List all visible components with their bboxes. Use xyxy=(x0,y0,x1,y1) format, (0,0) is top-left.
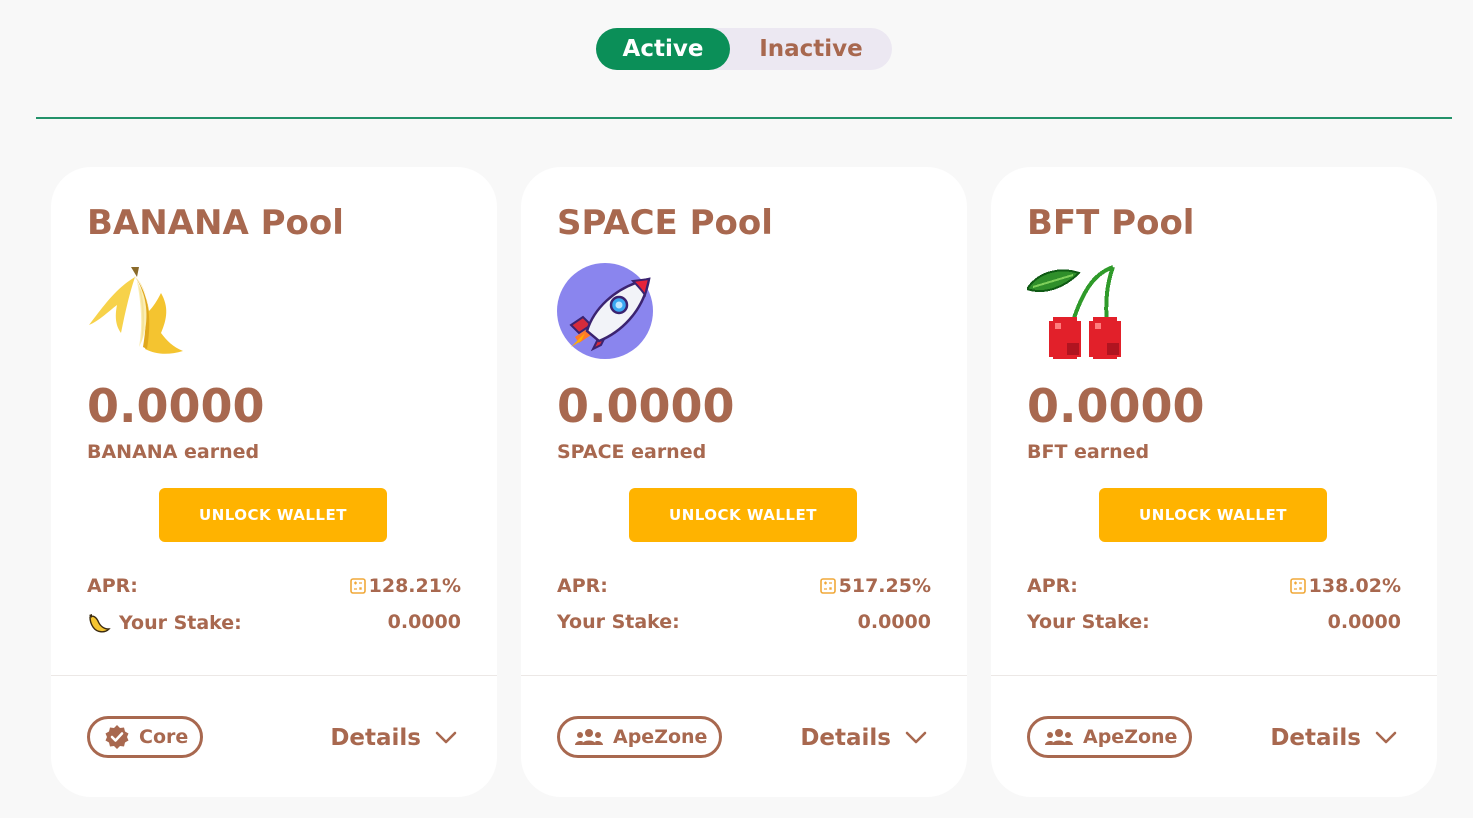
calculator-icon[interactable] xyxy=(349,578,366,594)
tab-active[interactable]: Active xyxy=(596,28,730,70)
details-toggle[interactable]: Details xyxy=(1270,722,1397,754)
header-divider xyxy=(36,117,1452,119)
stake-row: Your Stake: 0.0000 xyxy=(1027,611,1401,637)
tab-inactive[interactable]: Inactive xyxy=(734,28,888,70)
apr-row: APR: 138.02% xyxy=(1027,575,1401,601)
details-label: Details xyxy=(1270,725,1361,751)
apr-label: APR: xyxy=(87,575,138,597)
details-toggle[interactable]: Details xyxy=(330,722,457,754)
tag-label: ApeZone xyxy=(613,726,708,748)
rocket-icon xyxy=(557,263,653,359)
stake-value: 0.0000 xyxy=(857,611,931,633)
pool-title: BANANA Pool xyxy=(87,203,344,243)
users-icon xyxy=(1045,729,1073,745)
earned-value: 0.0000 xyxy=(1027,379,1205,433)
card-divider xyxy=(521,675,967,676)
banana-icon xyxy=(87,263,183,359)
pool-card-banana: BANANA Pool 0.0000 BANANA earned UNLOCK … xyxy=(51,167,497,797)
apr-value: 128.21% xyxy=(368,575,461,597)
pool-status-toggle: Active Inactive xyxy=(596,28,892,70)
stake-value: 0.0000 xyxy=(1327,611,1401,633)
stake-value: 0.0000 xyxy=(387,611,461,633)
pool-title: SPACE Pool xyxy=(557,203,773,243)
verified-badge-icon xyxy=(105,725,129,749)
chevron-down-icon xyxy=(1375,731,1397,744)
apr-row: APR: 517.25% xyxy=(557,575,931,601)
details-toggle[interactable]: Details xyxy=(800,722,927,754)
details-label: Details xyxy=(800,725,891,751)
core-tag: Core xyxy=(87,716,204,758)
calculator-icon[interactable] xyxy=(1289,578,1306,594)
unlock-wallet-button[interactable]: UNLOCK WALLET xyxy=(1099,488,1327,542)
apr-label: APR: xyxy=(557,575,608,597)
tag-label: Core xyxy=(139,726,189,748)
pool-title: BFT Pool xyxy=(1027,203,1195,243)
unlock-wallet-button[interactable]: UNLOCK WALLET xyxy=(629,488,857,542)
banana-stake-icon xyxy=(89,614,111,633)
earned-value: 0.0000 xyxy=(557,379,735,433)
pool-card-bft: BFT Pool 0.0000 BFT earned UNLOCK WALLET… xyxy=(991,167,1437,797)
earned-value: 0.0000 xyxy=(87,379,265,433)
tag-label: ApeZone xyxy=(1083,726,1178,748)
apezone-tag: ApeZone xyxy=(557,716,723,758)
earned-label: BFT earned xyxy=(1027,441,1150,463)
details-label: Details xyxy=(330,725,421,751)
apr-label: APR: xyxy=(1027,575,1078,597)
apr-value: 138.02% xyxy=(1308,575,1401,597)
stake-row: Your Stake: 0.0000 xyxy=(557,611,931,637)
chevron-down-icon xyxy=(435,731,457,744)
stake-label: Your Stake: xyxy=(557,611,680,633)
calculator-icon[interactable] xyxy=(819,578,836,594)
stake-label: Your Stake: xyxy=(1027,611,1150,633)
earned-label: BANANA earned xyxy=(87,441,260,463)
cherries-icon xyxy=(1025,263,1123,361)
unlock-wallet-button[interactable]: UNLOCK WALLET xyxy=(159,488,387,542)
stake-row: Your Stake: 0.0000 xyxy=(87,611,461,637)
pool-card-space: SPACE Pool 0.0000 SPACE earned UNLOCK WA… xyxy=(521,167,967,797)
earned-label: SPACE earned xyxy=(557,441,707,463)
apezone-tag: ApeZone xyxy=(1027,716,1193,758)
users-icon xyxy=(575,729,603,745)
apr-value: 517.25% xyxy=(838,575,931,597)
card-divider xyxy=(991,675,1437,676)
stake-label: Your Stake: xyxy=(119,612,242,634)
apr-row: APR: 128.21% xyxy=(87,575,461,601)
card-divider xyxy=(51,675,497,676)
chevron-down-icon xyxy=(905,731,927,744)
